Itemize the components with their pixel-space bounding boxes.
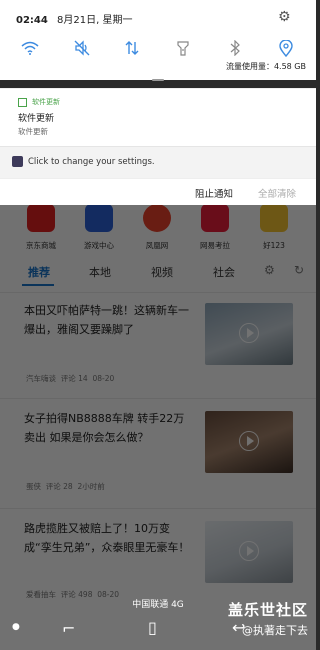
bluetooth-toggle[interactable] bbox=[223, 36, 247, 60]
tab-society[interactable]: 社会 bbox=[213, 264, 235, 280]
app-hao123[interactable]: 好123 bbox=[246, 204, 302, 251]
article-thumbnail bbox=[205, 521, 293, 583]
list-item[interactable]: 路虎揽胜又被赔上了！10万变成“孪生兄弟”，众泰眼里无豪车！ 爱看抽车 评论 4… bbox=[0, 508, 316, 608]
watermark-line2: @执著走下去 bbox=[242, 624, 308, 637]
phoenix-icon bbox=[143, 204, 171, 232]
notification-title: 软件更新 bbox=[18, 114, 55, 124]
data-transfer-icon bbox=[125, 41, 139, 55]
app-label: 网易考拉 bbox=[200, 241, 230, 250]
kaola-icon bbox=[201, 204, 229, 232]
play-icon bbox=[239, 541, 259, 561]
sound-toggle[interactable] bbox=[70, 36, 94, 60]
bluetooth-icon bbox=[230, 40, 240, 56]
active-tab-indicator bbox=[22, 284, 54, 286]
notification-body: 软件更新 bbox=[18, 127, 48, 136]
block-notifications-button[interactable]: 阻止通知 bbox=[195, 186, 233, 200]
tab-video[interactable]: 视频 bbox=[151, 264, 173, 280]
refresh-icon[interactable]: ↻ bbox=[294, 263, 304, 277]
background-app: 京东商城 游戏中心 凤凰网 网易考拉 好123 推荐 本地 视频 社会 ⚙ ↻ … bbox=[0, 200, 316, 650]
tab-local[interactable]: 本地 bbox=[89, 264, 111, 280]
article-meta: 蛋侠 评论 28 2小时前 bbox=[26, 482, 105, 491]
app-shortcuts: 京东商城 游戏中心 凤凰网 网易考拉 好123 bbox=[0, 200, 316, 250]
hao123-icon bbox=[260, 204, 288, 232]
news-tabs: 推荐 本地 视频 社会 ⚙ ↻ bbox=[0, 260, 316, 286]
flashlight-icon bbox=[177, 41, 189, 56]
recent-apps-icon[interactable]: ⌐ bbox=[62, 619, 75, 638]
notification-text: Click to change your settings. bbox=[28, 157, 155, 167]
status-bar: 02:44 8月21日, 星期一 bbox=[16, 11, 132, 26]
clock: 02:44 bbox=[16, 15, 48, 26]
gamepad-icon bbox=[85, 204, 113, 232]
list-item[interactable]: 女子拍得NB8888车牌 转手22万卖出 如果是你会怎么做？ 蛋侠 评论 28 … bbox=[0, 398, 316, 508]
jd-icon bbox=[27, 204, 55, 232]
wifi-icon bbox=[21, 41, 39, 55]
app-label: 好123 bbox=[263, 241, 285, 250]
mute-icon bbox=[74, 40, 90, 56]
tab-recommend[interactable]: 推荐 bbox=[28, 264, 50, 280]
app-label: 京东商城 bbox=[26, 241, 56, 250]
dot-icon: ● bbox=[12, 622, 20, 632]
app-icon bbox=[12, 156, 23, 167]
list-item[interactable]: 本田又吓帕萨特一跳！这辆新车一爆出，雅阁又要躁脚了 汽车嗨谈 评论 14 08-… bbox=[0, 292, 316, 398]
notification-list: 软件更新 软件更新 软件更新 Click to change your sett… bbox=[0, 88, 316, 178]
watermark: 盖乐世社区 @执著走下去 bbox=[228, 599, 308, 638]
app-label: 游戏中心 bbox=[84, 241, 114, 250]
app-ifeng[interactable]: 凤凰网 bbox=[129, 204, 185, 251]
settings-icon[interactable]: ⚙ bbox=[264, 263, 275, 277]
location-icon bbox=[279, 39, 293, 57]
mobile-data-toggle[interactable] bbox=[120, 36, 144, 60]
gear-icon[interactable]: ⚙ bbox=[278, 9, 291, 25]
notification-actions: 阻止通知 全部清除 bbox=[0, 178, 316, 205]
settings-notification[interactable]: Click to change your settings. bbox=[0, 146, 316, 178]
home-icon[interactable]: ▯ bbox=[148, 618, 157, 637]
flashlight-toggle[interactable] bbox=[171, 36, 195, 60]
drag-handle[interactable] bbox=[152, 79, 164, 81]
article-title: 路虎揽胜又被赔上了！10万变成“孪生兄弟”，众泰眼里无豪车！ bbox=[24, 522, 190, 554]
date: 8月21日, 星期一 bbox=[57, 15, 133, 26]
article-title: 本田又吓帕萨特一跳！这辆新车一爆出，雅阁又要躁脚了 bbox=[24, 304, 189, 336]
article-meta: 汽车嗨谈 评论 14 08-20 bbox=[26, 374, 115, 383]
article-title: 女子拍得NB8888车牌 转手22万卖出 如果是你会怎么做？ bbox=[24, 412, 185, 444]
app-label: 凤凰网 bbox=[145, 241, 169, 250]
article-thumbnail bbox=[205, 411, 293, 473]
quick-settings-panel: 02:44 8月21日, 星期一 ⚙ 流量使用量：4.58 GB bbox=[0, 0, 316, 80]
article-thumbnail bbox=[205, 303, 293, 365]
notification-app-name: 软件更新 bbox=[18, 97, 60, 107]
location-toggle[interactable] bbox=[274, 36, 298, 60]
play-icon bbox=[239, 323, 259, 343]
wifi-toggle[interactable] bbox=[18, 36, 42, 60]
data-usage: 流量使用量：4.58 GB bbox=[225, 62, 306, 71]
clear-all-button[interactable]: 全部清除 bbox=[258, 186, 296, 200]
app-kaola[interactable]: 网易考拉 bbox=[187, 204, 243, 251]
app-jd[interactable]: 京东商城 bbox=[13, 204, 69, 251]
screen: 京东商城 游戏中心 凤凰网 网易考拉 好123 推荐 本地 视频 社会 ⚙ ↻ … bbox=[0, 0, 316, 650]
watermark-line1: 盖乐世社区 bbox=[227, 601, 308, 619]
app-game-center[interactable]: 游戏中心 bbox=[71, 204, 127, 251]
play-icon bbox=[239, 431, 259, 451]
update-icon bbox=[18, 97, 27, 107]
